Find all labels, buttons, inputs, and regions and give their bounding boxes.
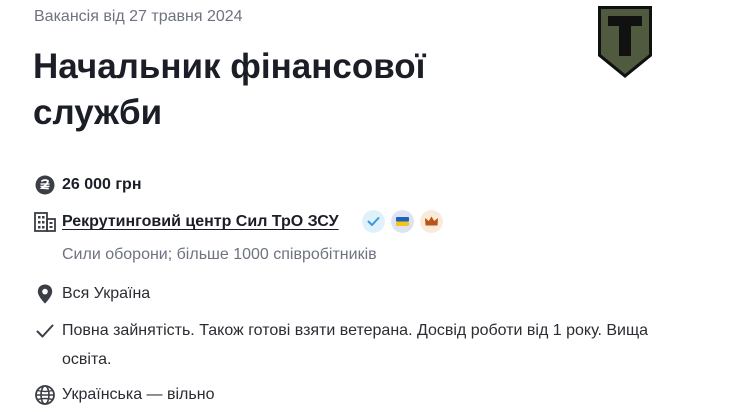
location-value: Вся Україна (62, 285, 151, 302)
company-details: Сили оборони; більше 1000 співробітників (62, 246, 377, 263)
vacancy-title: Начальник фінансової служби (33, 47, 426, 132)
vacancy-page: Вакансія від 27 травня 2024 Начальник фі… (0, 0, 740, 412)
salary-value: 26 000 грн (62, 176, 142, 193)
globe-icon (35, 385, 55, 405)
vacancy-date: Вакансія від 27 травня 2024 (34, 8, 243, 25)
company-shield-logo[interactable] (596, 4, 654, 80)
verified-check-icon[interactable] (362, 210, 385, 233)
ukraine-flag-icon[interactable] (391, 210, 414, 233)
employment-value: Повна зайнятість. Також готові взяти вет… (62, 322, 649, 368)
hryvnia-coin-icon (35, 175, 55, 195)
crown-icon[interactable] (420, 210, 443, 233)
checkmark-icon (36, 324, 54, 338)
office-building-icon (34, 212, 56, 232)
company-link[interactable]: Рекрутинговий центр Сил ТрО ЗСУ (62, 213, 339, 231)
map-pin-icon (37, 284, 53, 304)
language-value: Українська — вільно (62, 386, 215, 403)
